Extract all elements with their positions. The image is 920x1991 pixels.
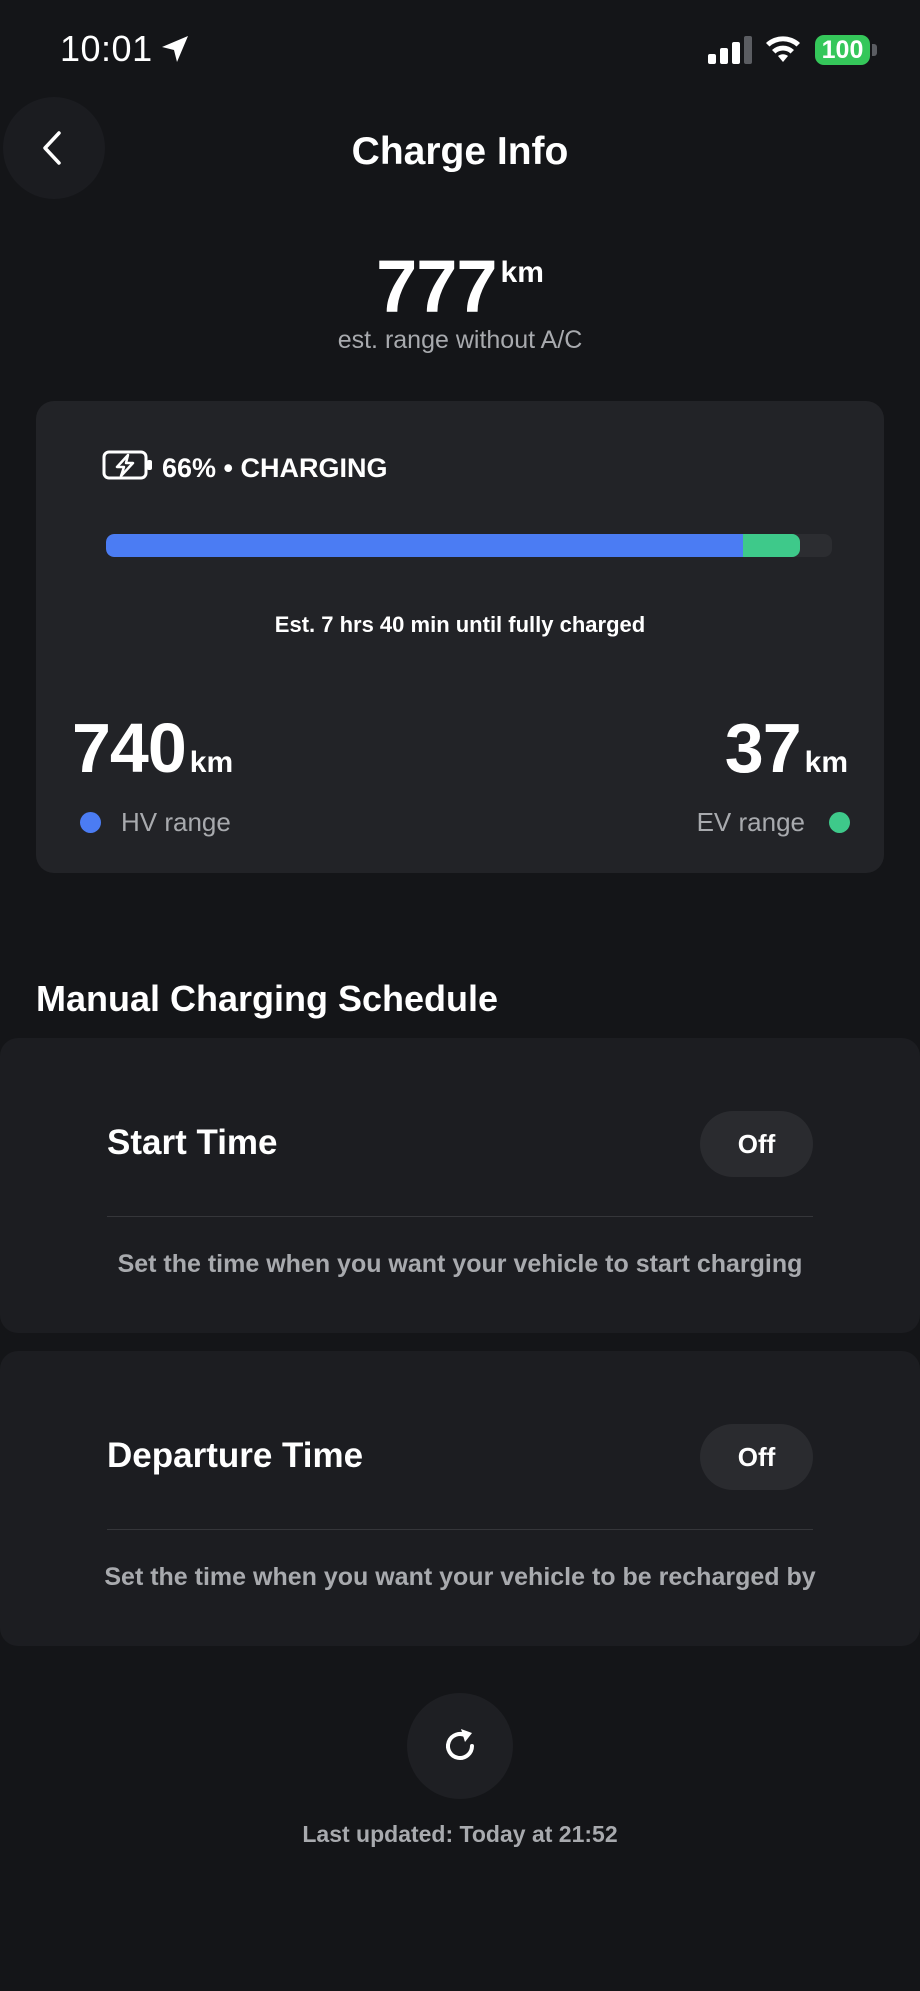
- total-range-unit: km: [500, 256, 544, 289]
- total-range-value: 777: [376, 245, 497, 328]
- start-time-card: Start Time Off Set the time when you wan…: [0, 1038, 920, 1333]
- hv-charge-fill: [106, 534, 744, 557]
- wifi-icon: [766, 36, 800, 62]
- ev-range-legend: EV range: [697, 807, 850, 838]
- charge-progress-bar: [106, 534, 832, 557]
- departure-time-divider: [107, 1529, 813, 1530]
- hv-range-legend: HV range: [80, 807, 231, 838]
- start-time-divider: [107, 1216, 813, 1217]
- start-time-toggle[interactable]: Off: [700, 1111, 813, 1177]
- refresh-icon: [446, 1729, 474, 1760]
- last-updated: Last updated: Today at 21:52: [302, 1821, 618, 1847]
- charge-card: 66% • CHARGING Est. 7 hrs 40 min until f…: [36, 401, 884, 873]
- hv-range-value: 740: [72, 709, 187, 787]
- status-bar: 10:01 100: [0, 0, 920, 100]
- range-caption: est. range without A/C: [337, 326, 583, 354]
- location-arrow-icon: [162, 36, 188, 62]
- schedule-section-title: Manual Charging Schedule: [36, 978, 499, 1019]
- departure-time-description: Set the time when you want your vehicle …: [104, 1563, 816, 1591]
- battery-level: 100: [821, 36, 864, 64]
- charge-info-screen: 10:01 100 Charge Info 777 km est. range w…: [0, 0, 920, 1991]
- departure-time-card: Departure Time Off Set the time when you…: [0, 1351, 920, 1646]
- start-time-description: Set the time when you want your vehicle …: [117, 1250, 803, 1278]
- ev-range-label: EV range: [696, 807, 805, 837]
- ev-range-unit: km: [804, 746, 848, 779]
- hv-dot-icon: [80, 812, 101, 833]
- departure-time-toggle[interactable]: Off: [700, 1424, 813, 1490]
- charge-eta: Est. 7 hrs 40 min until fully charged: [274, 612, 646, 637]
- battery-tip: [872, 44, 877, 56]
- hv-range-label: HV range: [121, 807, 231, 837]
- cellular-signal-icon: [708, 36, 752, 64]
- ev-range: 37 km: [725, 708, 848, 788]
- start-time-title: Start Time: [107, 1123, 278, 1162]
- departure-time-title: Departure Time: [107, 1436, 364, 1475]
- hv-range: 740 km: [72, 708, 233, 788]
- ev-charge-fill: [743, 534, 801, 557]
- ev-dot-icon: [829, 812, 850, 833]
- battery-icon: 100: [815, 35, 870, 65]
- ev-range-value: 37: [724, 709, 802, 787]
- page-title: Charge Info: [351, 130, 569, 173]
- refresh-button[interactable]: [407, 1693, 513, 1799]
- hv-range-unit: km: [189, 746, 234, 779]
- status-time: 10:01: [60, 28, 153, 69]
- charge-status: 66% • CHARGING: [162, 453, 388, 483]
- battery-bolt-icon: [102, 450, 152, 480]
- total-range: 777 km: [0, 244, 920, 329]
